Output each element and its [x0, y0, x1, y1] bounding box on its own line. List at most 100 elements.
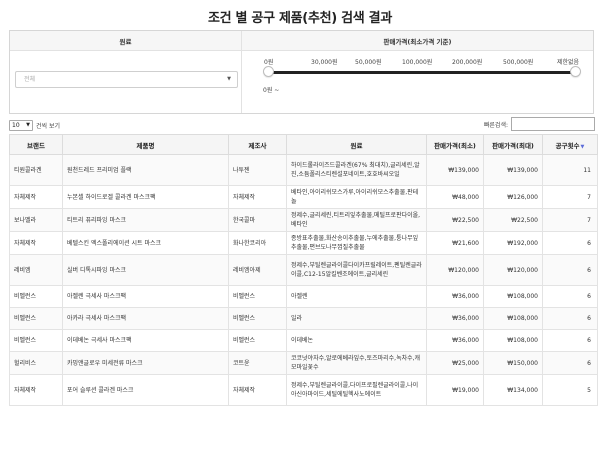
column-header-ingredient[interactable]: 원료 — [286, 134, 427, 155]
maker-cell: 레비엠아제 — [228, 254, 287, 286]
price-tick-label: 100,000원 — [402, 59, 433, 66]
product-name-cell: 실버 디톡시파잉 마스크 — [62, 254, 229, 286]
table-row[interactable]: 비벨런스 이데베논 극세사 마스크팩 비벨런스 이데베논 ₩36,000 ₩108,000… — [9, 329, 598, 352]
maker-cell: 한국콜마 — [228, 208, 287, 232]
chevron-down-icon: ▼ — [26, 122, 30, 128]
product-name-cell: 카밍앤글로우 미세전류 마스크 — [62, 351, 229, 375]
column-header-min-price[interactable]: 판매가격(최소) — [426, 134, 484, 155]
count-cell: 11 — [542, 154, 598, 186]
page-length-value: 10 — [12, 122, 20, 129]
brand-cell: 헐리비스 — [9, 351, 63, 375]
ingredient-select-value: 전체 — [24, 76, 36, 83]
maker-cell: 나투젠 — [228, 154, 287, 186]
ingredient-cell: 정제수,부틸렌글라이콜,다이프로필렌글라이콜,나이아신아마이드,세틸에틸헥사노에… — [286, 374, 427, 406]
min-price-cell: ₩139,000 — [426, 154, 484, 186]
min-price-cell: ₩36,000 — [426, 329, 484, 352]
price-tick-label: 500,000원 — [503, 59, 534, 66]
sort-desc-icon: ▼ — [580, 143, 585, 150]
table-row[interactable]: 자체제작 누본셀 하이드로겔 콜라겐 마스크팩 자체제작 베타인,아이리쉬모스가루,아… — [9, 185, 598, 209]
table-row[interactable]: 레비엠 실버 디톡시파잉 마스크 레비엠아제 정제수,부틸렌글라이콜다이카프릴레이트,… — [9, 254, 598, 286]
ingredient-cell: 종방표추출물,화산송이추출물,누에추출물,퉁나무잎추출물,편브도나무껍질추출물 — [286, 231, 427, 255]
price-tick-label: 30,000원 — [311, 59, 338, 66]
ingredient-cell: 이데베논 — [286, 329, 427, 352]
filter-panel: 원료 판매가격(최소가격 기준) 전체 ▼ 0원 30,000원 50,000원… — [9, 30, 594, 114]
price-filter-cell: 0원 30,000원 50,000원 100,000원 200,000원 500… — [242, 51, 593, 113]
column-header-maker[interactable]: 제조사 — [228, 134, 287, 155]
ingredient-cell: 일라 — [286, 307, 427, 330]
ingredient-cell: 베타인,아이리쉬모스가루,아이리쉬모스추출물,판테놀 — [286, 185, 427, 209]
brand-cell: 보나벨라 — [9, 208, 63, 232]
min-price-cell: ₩48,000 — [426, 185, 484, 209]
table-row[interactable]: 자체제작 포어 슬루션 콜라겐 마스크 자체제작 정제수,부틸렌글라이콜,다이프로필렌… — [9, 374, 598, 406]
product-name-cell: 베텔스킨 엑스폴리에이션 시트 마스크 — [62, 231, 229, 255]
maker-cell: 자체제작 — [228, 374, 287, 406]
max-price-cell: ₩192,000 — [483, 231, 543, 255]
max-price-cell: ₩150,000 — [483, 351, 543, 375]
count-cell: 5 — [542, 374, 598, 406]
quick-search: 빠른검색: — [484, 117, 595, 131]
maker-cell: 화나한코리아 — [228, 231, 287, 255]
brand-cell: 자체제작 — [9, 185, 63, 209]
table-row[interactable]: 보나벨라 티트리 퓨리파잉 마스크 한국콜마 정제수,글리세린,티트리잎추출물,메틸프… — [9, 208, 598, 232]
count-cell: 6 — [542, 254, 598, 286]
min-price-cell: ₩36,000 — [426, 285, 484, 308]
column-header-product[interactable]: 제품명 — [62, 134, 229, 155]
page-length-select[interactable]: 10 ▼ — [9, 120, 33, 131]
ingredient-select[interactable]: 전체 ▼ — [15, 71, 238, 88]
price-filter-header: 판매가격(최소가격 기준) — [383, 37, 452, 46]
brand-cell: 자체제작 — [9, 231, 63, 255]
product-name-cell: 원천드레드 프리미엄 플랙 — [62, 154, 229, 186]
min-price-cell: ₩22,500 — [426, 208, 484, 232]
max-price-cell: ₩22,500 — [483, 208, 543, 232]
count-cell: 6 — [542, 285, 598, 308]
brand-cell: 비벨런스 — [9, 285, 63, 308]
search-input[interactable] — [511, 117, 595, 131]
column-header-max-price[interactable]: 판매가격(최대) — [483, 134, 543, 155]
maker-cell: 비벨런스 — [228, 329, 287, 352]
ingredient-filter-cell: 전체 ▼ — [10, 51, 242, 113]
table-row[interactable]: 티원콜라겐 원천드레드 프리미엄 플랙 나투젠 하이드롤라이즈드콜라겐(67% 최대치… — [9, 154, 598, 186]
product-name-cell: 아젤렌 극세사 마스크팩 — [62, 285, 229, 308]
count-cell: 6 — [542, 351, 598, 375]
product-name-cell: 이데베논 극세사 마스크팩 — [62, 329, 229, 352]
maker-cell: 자체제작 — [228, 185, 287, 209]
table-row[interactable]: 자체제작 베텔스킨 엑스폴리에이션 시트 마스크 화나한코리아 종방표추출물,화산송이… — [9, 231, 598, 255]
max-price-cell: ₩134,000 — [483, 374, 543, 406]
brand-cell: 자체제작 — [9, 374, 63, 406]
product-name-cell: 아카라 극세사 마스크팩 — [62, 307, 229, 330]
min-price-cell: ₩36,000 — [426, 307, 484, 330]
product-name-cell: 누본셀 하이드로겔 콜라겐 마스크팩 — [62, 185, 229, 209]
brand-cell: 티원콜라겐 — [9, 154, 63, 186]
chevron-down-icon: ▼ — [227, 76, 231, 82]
price-range-text: 0원 ~ — [263, 87, 280, 94]
ingredient-cell: 하이드롤라이즈드콜라겐(67% 최대치),글리세린,알진,소듐폴리스티렌설포네이… — [286, 154, 427, 186]
min-price-cell: ₩21,600 — [426, 231, 484, 255]
count-cell: 6 — [542, 307, 598, 330]
max-price-cell: ₩108,000 — [483, 329, 543, 352]
table-row[interactable]: 헐리비스 카밍앤글로우 미세전류 마스크 코트윤 코코넛야자수,알로에베라잎수,토즈마… — [9, 351, 598, 375]
table-header-row: 브랜드 제품명 제조사 원료 판매가격(최소) 판매가격(최대) 공구횟수▼ — [9, 134, 598, 155]
product-name-cell: 포어 슬루션 콜라겐 마스크 — [62, 374, 229, 406]
page-title: 조건 별 공구 제품(추천) 검색 결과 — [208, 11, 392, 26]
price-slider-min-handle[interactable] — [263, 66, 274, 77]
ingredient-cell: 아젤렌 — [286, 285, 427, 308]
column-header-count[interactable]: 공구횟수▼ — [542, 134, 598, 155]
brand-cell: 비벨런스 — [9, 307, 63, 330]
count-cell: 6 — [542, 329, 598, 352]
ingredient-cell: 코코넛야자수,알로에베라잎수,토즈마리수,녹차수,캐모마일꽃수 — [286, 351, 427, 375]
min-price-cell: ₩25,000 — [426, 351, 484, 375]
page-length-label: 건씩 보기 — [36, 123, 60, 130]
min-price-cell: ₩120,000 — [426, 254, 484, 286]
table-row[interactable]: 비벨런스 아카라 극세사 마스크팩 비벨런스 일라 ₩36,000 ₩108,000 6 — [9, 307, 598, 330]
max-price-cell: ₩120,000 — [483, 254, 543, 286]
ingredient-cell: 정제수,글리세린,티트리잎추출물,메틸프로판다이올,베타인 — [286, 208, 427, 232]
price-slider-track[interactable] — [268, 71, 576, 74]
maker-cell: 코트윤 — [228, 351, 287, 375]
search-label: 빠른검색: — [483, 121, 508, 129]
table-row[interactable]: 비벨런스 아젤렌 극세사 마스크팩 비벨런스 아젤렌 ₩36,000 ₩108,000 6 — [9, 285, 598, 308]
product-name-cell: 티트리 퓨리파잉 마스크 — [62, 208, 229, 232]
price-slider-max-handle[interactable] — [570, 66, 581, 77]
brand-cell: 비벨런스 — [9, 329, 63, 352]
max-price-cell: ₩108,000 — [483, 285, 543, 308]
column-header-brand[interactable]: 브랜드 — [9, 134, 63, 155]
